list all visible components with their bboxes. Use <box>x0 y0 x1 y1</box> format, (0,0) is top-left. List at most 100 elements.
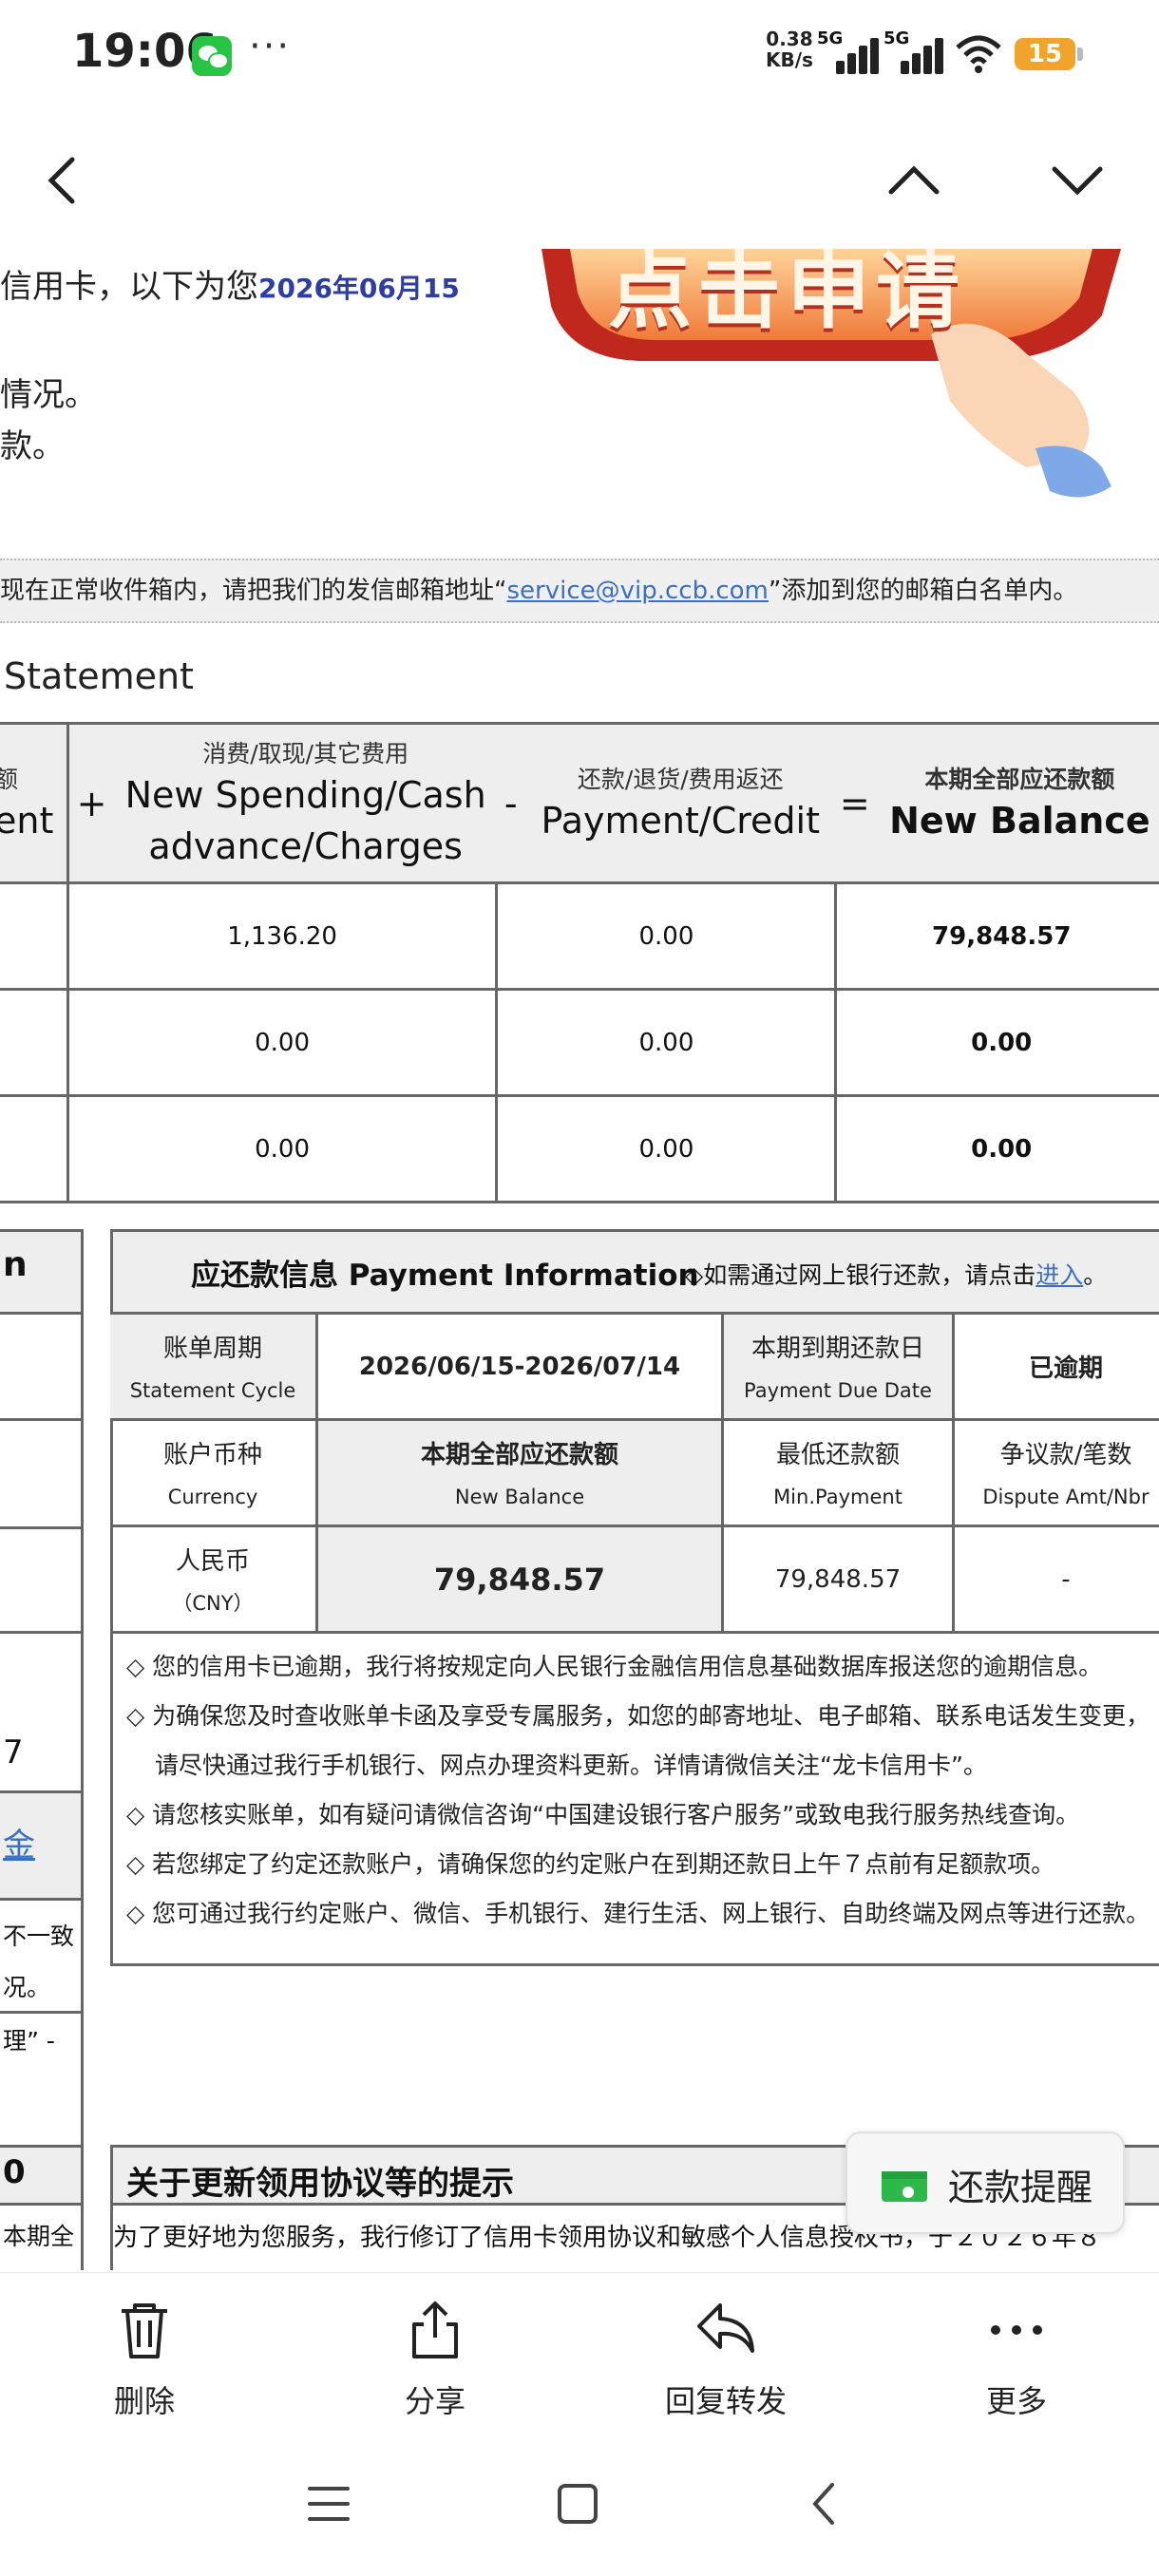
note-item: ◇ 您可通过我行约定账户、微信、手机银行、建行生活、网上银行、自助终端及网点等进… <box>126 1900 1150 1927</box>
table-cell: 0.00 <box>66 1094 499 1203</box>
op-minus-sign: - <box>504 782 518 824</box>
summary-col-prev: 额 ent <box>0 722 69 884</box>
op-minus: - <box>496 722 525 884</box>
table-cell: 79,848.57 <box>834 881 1159 991</box>
signal-icon: 5G <box>817 28 879 74</box>
left-clipped-panel-2: 0 本期全 <box>0 2145 84 2270</box>
net-speed-unit: KB/s <box>766 48 813 71</box>
newbal-cn: 本期全部应还款额 <box>420 1440 618 1469</box>
currency-cn: 账户币种 <box>162 1440 262 1469</box>
notification-more-icon: ··· <box>249 25 292 68</box>
dispute-cn: 争议款/笔数 <box>999 1440 1132 1469</box>
previous-email-icon[interactable] <box>885 152 942 209</box>
left-fragment: 7 <box>3 1733 24 1771</box>
reply-forward-label: 回复转发 <box>664 2383 787 2419</box>
col-spending-cn: 消费/取现/其它费用 <box>202 739 409 767</box>
wechat-icon <box>192 36 232 76</box>
reply-forward-button[interactable]: 回复转发 <box>650 2273 802 2434</box>
more-label: 更多 <box>985 2383 1047 2419</box>
whitelist-prefix: 现在正常收件箱内，请把我们的发信邮箱地址“ <box>0 577 507 605</box>
summary-col-balance: 本期全部应还款额 New Balance <box>873 722 1159 884</box>
table-cell <box>0 988 69 1097</box>
due-en: Payment Due Date <box>744 1378 932 1402</box>
table-cell: 2026/06/15-2026/07/14 <box>315 1312 724 1421</box>
online-banking-link[interactable]: 进入 <box>1036 1261 1083 1289</box>
left-fragment: 0 <box>3 2153 26 2191</box>
left-fragment: 理” - <box>3 2027 55 2055</box>
intro-line-1: 信用卡，以下为您2026年06月15 <box>0 260 460 307</box>
delete-label: 删除 <box>113 2383 175 2419</box>
online-banking-note: ◇如需通过网上银行还款，请点击进入。 <box>685 1257 1107 1291</box>
col-spending-en-2: advance/Charges <box>148 824 463 867</box>
col-prev-en: ent <box>0 799 54 842</box>
table-row: 0.00 0.00 0.00 <box>0 1094 1159 1203</box>
note-item: ◇ 您的信用卡已逾期，我行将按规定向人民银行金融信用信息基础数据库报送您的逾期信… <box>126 1653 1103 1680</box>
delete-button[interactable]: 删除 <box>68 2273 220 2434</box>
next-email-icon[interactable] <box>1049 152 1106 209</box>
table-cell: 0.00 <box>495 881 838 991</box>
net-speed: 0.38 KB/s <box>766 28 813 70</box>
email-body[interactable]: 信用卡，以下为您2026年06月15 情况。 款。 点击申请 现在正常收件箱内，… <box>0 249 1159 2270</box>
table-cell: 0.00 <box>834 1094 1159 1203</box>
battery-icon: 15 <box>1015 38 1075 70</box>
payment-info-table: 账单周期 Statement Cycle 2026/06/15-2026/07/… <box>110 1312 1159 1634</box>
table-cell: 0.00 <box>66 988 499 1097</box>
statement-summary-table: 额 ent + 消费/取现/其它费用 New Spending/Cash adv… <box>0 722 1159 1203</box>
back-gesture-icon[interactable] <box>802 2481 847 2527</box>
table-cell <box>0 881 69 991</box>
signal-label: 5G <box>884 28 910 48</box>
whitelist-suffix: ”添加到您的邮箱白名单内。 <box>768 577 1078 605</box>
table-cell: 本期到期还款日 Payment Due Date <box>721 1312 955 1421</box>
signal-icon: 5G <box>884 28 943 74</box>
table-cell: 人民币 （CNY） <box>110 1525 318 1634</box>
left-fragment: 况。 <box>3 1974 51 2001</box>
left-fragment: 不一致 <box>3 1923 75 1950</box>
table-cell: 1,136.20 <box>66 881 499 991</box>
home-icon[interactable] <box>555 2481 600 2527</box>
table-row: 0.00 0.00 0.00 <box>0 988 1159 1097</box>
col-balance-en: New Balance <box>889 799 1150 842</box>
newbal-en: New Balance <box>454 1485 585 1508</box>
op-plus-sign: + <box>76 782 107 824</box>
sender-email-link[interactable]: service@vip.ccb.com <box>506 577 768 605</box>
left-fragment-link[interactable]: 金 <box>3 1819 35 1866</box>
reminder-label: 还款提醒 <box>948 2167 1093 2208</box>
more-button[interactable]: 更多 <box>940 2273 1092 2434</box>
note-item: ◇ 请您核实账单，如有疑问请微信咨询“中国建设银行客户服务”或致电我行服务热线查… <box>126 1801 1080 1828</box>
banner-text: 点击申请 <box>608 249 966 340</box>
table-cell: 本期全部应还款额 New Balance <box>315 1418 724 1527</box>
signal-label: 5G <box>817 28 844 48</box>
dispute-en: Dispute Amt/Nbr <box>982 1485 1150 1508</box>
intro-line-3: 款。 <box>0 427 65 465</box>
share-button[interactable]: 分享 <box>359 2273 511 2434</box>
back-icon[interactable] <box>34 152 91 209</box>
menu-icon[interactable] <box>306 2481 352 2527</box>
payment-reminder-button[interactable]: 还款提醒 <box>846 2131 1125 2234</box>
currency-en: Currency <box>167 1485 258 1508</box>
op-equals: = <box>835 722 874 884</box>
share-icon <box>412 2301 458 2358</box>
left-fragment: 本期全 <box>3 2223 75 2250</box>
wifi-icon <box>956 35 1001 73</box>
reply-icon <box>697 2303 754 2353</box>
note-item: 请尽快通过我行手机银行、网点办理资料更新。详情请微信关注“龙卡信用卡”。 <box>155 1752 987 1779</box>
op-equals-sign: = <box>839 782 870 824</box>
apply-banner[interactable]: 点击申请 <box>532 249 1140 515</box>
op-plus: + <box>67 722 115 884</box>
wallet-icon <box>882 2171 927 2202</box>
left-fragment: n <box>3 1245 28 1284</box>
update-notice-title: 关于更新领用协议等的提示 <box>126 2165 514 2203</box>
note-item: ◇ 为确保您及时查收账单卡函及享受专属服务，如您的邮寄地址、电子邮箱、联系电话发… <box>126 1702 1150 1730</box>
cycle-en: Statement Cycle <box>129 1378 296 1402</box>
summary-header-row: 额 ent + 消费/取现/其它费用 New Spending/Cash adv… <box>0 722 1159 884</box>
table-cell: 最低还款额 Min.Payment <box>721 1418 955 1527</box>
intro-date: 2026年06月15 <box>258 273 460 304</box>
table-row: 账户币种 Currency 本期全部应还款额 New Balance 最低还款额… <box>110 1418 1159 1527</box>
table-cell <box>0 1094 69 1203</box>
email-nav-bar <box>0 114 1159 247</box>
table-cell: 已逾期 <box>952 1312 1159 1421</box>
summary-col-spending: 消费/取现/其它费用 New Spending/Cash advance/Cha… <box>114 722 497 884</box>
net-speed-value: 0.38 <box>766 28 813 50</box>
currency-value: 人民币 <box>175 1546 250 1576</box>
trash-icon <box>122 2303 167 2358</box>
